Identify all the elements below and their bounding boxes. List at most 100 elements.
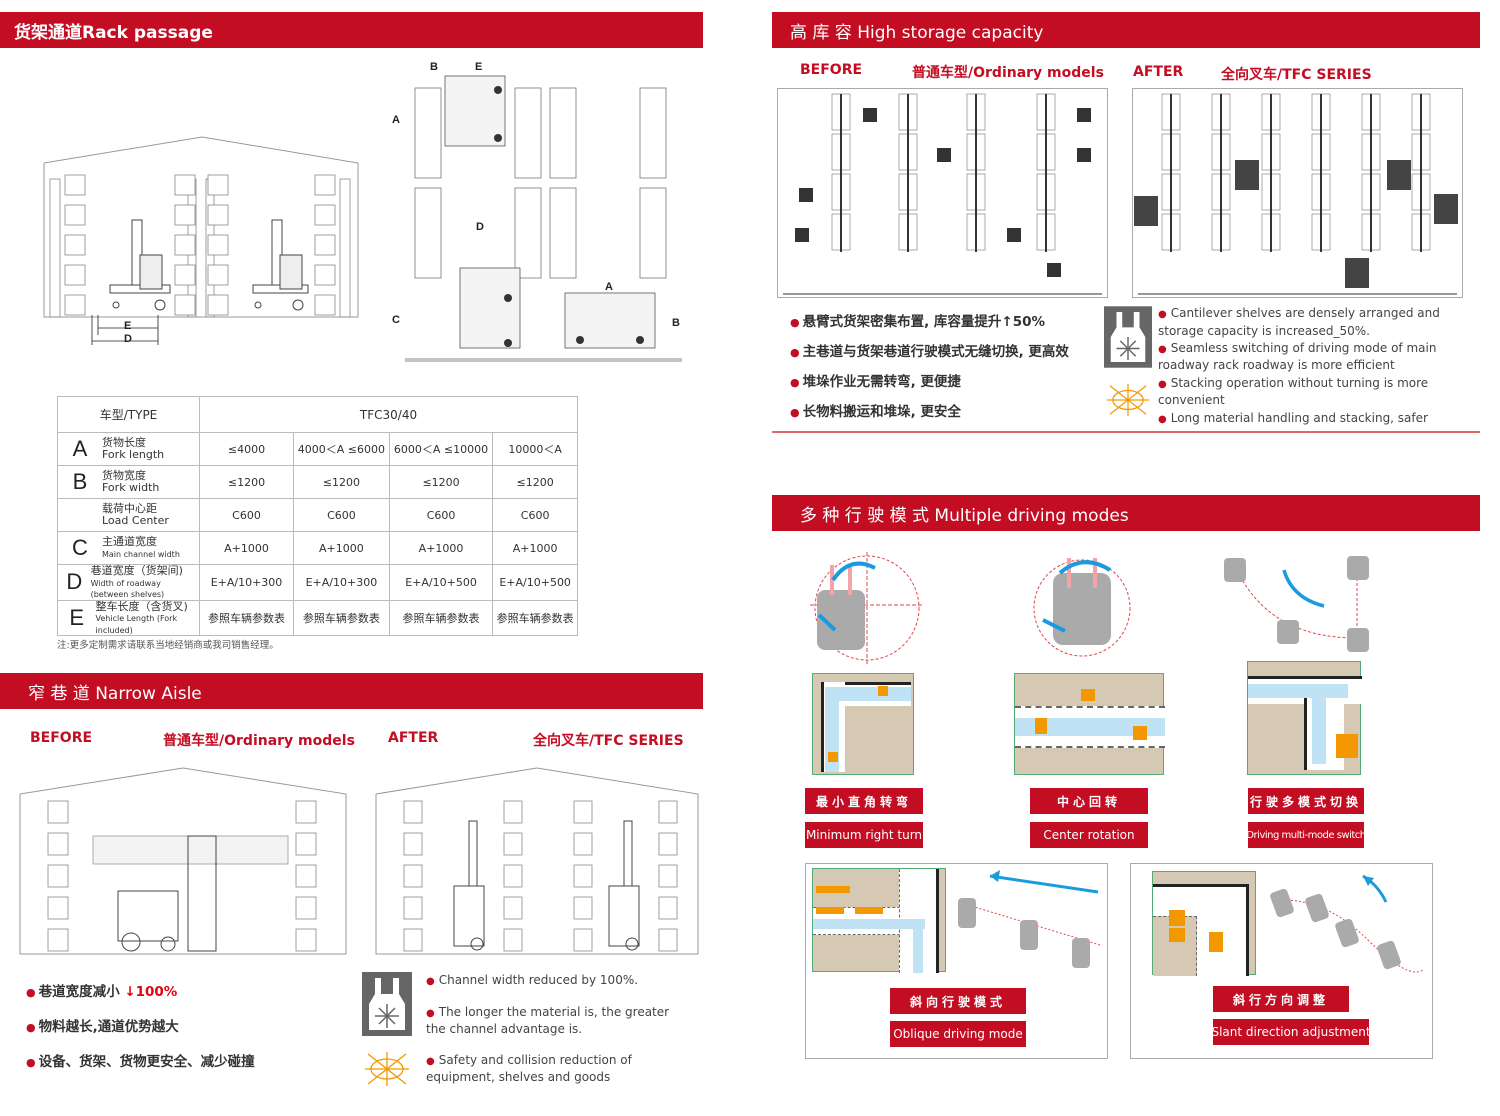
shelf-block <box>295 864 317 888</box>
en-bullet: ● Safety and collision reduction of equip… <box>426 1053 632 1084</box>
shelf-block <box>47 896 69 920</box>
shelf-block <box>639 87 667 179</box>
shelf-block <box>658 864 678 888</box>
before-label: BEFORE <box>800 62 863 78</box>
shelf-block <box>573 896 593 920</box>
en-bullet: ● Stacking operation without turning is m… <box>1158 375 1429 408</box>
table-row: D 巷道宽度（货架间) Width of roadway (between shel… <box>57 564 578 601</box>
slant-adjust-scene <box>1152 871 1256 976</box>
shelf-block <box>314 174 336 196</box>
shelf-block <box>174 234 196 256</box>
cn-bullet: 设备、货架、货物更安全、减少碰撞 <box>26 1050 255 1070</box>
shelf-block <box>639 187 667 279</box>
shelf-block <box>414 87 442 179</box>
table-cell: A+1000 <box>492 531 578 565</box>
en-bullet: ● Seamless switching of driving mode of m… <box>1158 340 1437 373</box>
row-label-cn: 巷道宽度（货架间) <box>90 564 183 577</box>
table-cell: ≤1200 <box>199 465 294 499</box>
cn-bullet: 长物料搬运和堆垛, 更安全 <box>790 400 961 420</box>
model-header: TFC30/40 <box>199 396 578 433</box>
rack-spine <box>1370 94 1372 252</box>
dimension-label-b: B <box>672 317 680 329</box>
shelf-block <box>414 187 442 279</box>
mode-label-en: Slant direction adjustment <box>1211 1019 1371 1045</box>
table-cell: ≤1200 <box>388 465 494 499</box>
en-bullet: ● Cantilever shelves are densely arranged… <box>1158 306 1440 338</box>
warehouse-before-diagram <box>19 767 347 955</box>
table-row: C 主通道宽度 Main channel width A+1000 A+1000 A+10… <box>57 531 578 565</box>
dimension-label-a: A <box>392 114 400 126</box>
shelf-block <box>403 800 423 824</box>
shelf-block <box>503 928 523 952</box>
omni-fork-icon <box>1104 306 1152 368</box>
before-rack-layout-diagram <box>783 93 1102 295</box>
shelf-block <box>314 294 336 316</box>
row-letter: A <box>72 436 88 461</box>
dimension-label-a: A <box>605 281 613 293</box>
center-rotation-scene <box>1014 673 1165 775</box>
section-banner-narrow-aisle: 窄 巷 道 Narrow Aisle <box>0 673 703 709</box>
shelf-block <box>64 294 86 316</box>
rack-spine <box>1420 94 1422 252</box>
row-label-en: Load Center <box>102 514 169 527</box>
table-cell: C600 <box>492 498 578 532</box>
section-title: 多 种 行 驶 模 式 Multiple driving modes <box>800 505 1129 526</box>
table-cell: 4000＜A ≤6000 <box>293 432 390 466</box>
shelf-block <box>174 174 196 196</box>
mode-label-cn: 中心回转 <box>1030 788 1148 814</box>
table-cell: A+1000 <box>293 531 390 565</box>
omni-direction-icon <box>1107 383 1149 417</box>
table-cell: E+A/10+300 <box>199 564 294 601</box>
table-cell: 参照车辆参数表 <box>199 599 294 637</box>
shelf-block <box>295 896 317 920</box>
shelf-block <box>573 832 593 856</box>
dimension-label-e: E <box>124 320 131 332</box>
row-label-en: Fork length <box>102 448 165 461</box>
table-cell: E+A/10+500 <box>388 564 494 601</box>
cn-bullet: 主巷道与货架巷道行驶模式无缝切换, 更高效 <box>790 340 1069 360</box>
table-cell: 10000＜A <box>492 432 578 466</box>
oblique-mode-trajectory <box>958 870 1101 968</box>
shelf-block <box>207 204 229 226</box>
shelf-block <box>573 864 593 888</box>
shelf-block <box>573 800 593 824</box>
slant-adjust-trajectory <box>1270 874 1424 973</box>
section-banner-driving-modes: 多 种 行 驶 模 式 Multiple driving modes <box>772 495 1480 531</box>
shelf-block <box>314 264 336 286</box>
shelf-block <box>64 174 86 196</box>
rack-spine <box>1220 94 1222 252</box>
row-label: C 主通道宽度 Main channel width <box>57 531 200 565</box>
mode-label-en: Oblique driving mode <box>890 1021 1026 1047</box>
row-label-en: Fork width <box>102 481 160 494</box>
after-rack-layout-diagram <box>1134 93 1458 295</box>
oblique-mode-scene <box>812 868 946 973</box>
highlight-value: ↓100% <box>124 984 178 1000</box>
section-title: 高 库 容 High storage capacity <box>790 22 1044 43</box>
top-view-dimension-diagram: B E A D C A B <box>392 61 682 362</box>
shelf-block <box>658 896 678 920</box>
shelf-block <box>295 928 317 952</box>
table-cell: 6000＜A ≤10000 <box>388 432 494 466</box>
shelf-block <box>658 800 678 824</box>
shelf-block <box>64 204 86 226</box>
warehouse-side-view-diagram: E D <box>43 136 359 345</box>
omni-direction-icon <box>365 1052 409 1086</box>
shelf-block <box>295 800 317 824</box>
dimension-label-c: C <box>392 314 400 326</box>
shelf-block <box>295 832 317 856</box>
table-cell: E+A/10+300 <box>293 564 390 601</box>
en-bullet: ● Long material handling and stacking, sa… <box>1158 410 1428 425</box>
rack-spine <box>975 94 977 252</box>
table-cell: ≤4000 <box>199 432 294 466</box>
table-cell: C600 <box>388 498 494 532</box>
shelf-block <box>314 204 336 226</box>
dimension-label-d: D <box>476 221 484 233</box>
mode-label-en: Center rotation <box>1030 822 1148 848</box>
en-bullet: ● The longer the material is, the greater… <box>426 1005 670 1036</box>
shelf-block <box>47 800 69 824</box>
cn-bullet: 堆垛作业无需转弯, 更便捷 <box>790 370 961 390</box>
row-label: B 货物宽度 Fork width <box>57 465 200 499</box>
shelf-block <box>503 832 523 856</box>
table-cell: 参照车辆参数表 <box>492 599 578 637</box>
mode-label-cn: 最小直角转弯 <box>805 788 923 814</box>
